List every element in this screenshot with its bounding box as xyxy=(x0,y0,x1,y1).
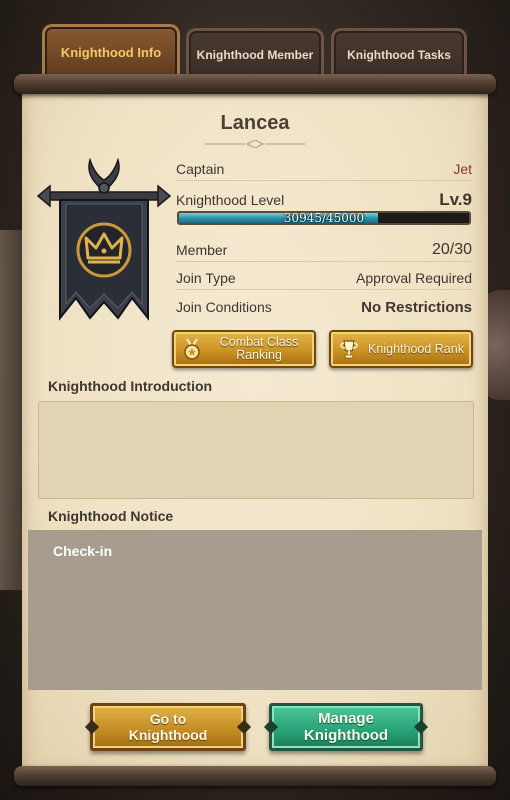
level-label: Knighthood Level xyxy=(176,192,285,208)
member-row: Member 20/30 xyxy=(176,238,472,262)
tab-label: Knighthood Tasks xyxy=(347,47,451,62)
title-ornament xyxy=(205,140,305,148)
tab-label: Knighthood Member xyxy=(196,47,314,62)
knighthood-rank-button[interactable]: Knighthood Rank xyxy=(329,330,473,368)
manage-knighthood-label: Manage Knighthood xyxy=(303,710,389,744)
level-row: Knighthood Level Lv.9 xyxy=(176,188,472,212)
level-progress-text: 30945/45000 xyxy=(283,211,365,225)
go-to-knighthood-button[interactable]: Go to Knighthood xyxy=(84,703,252,751)
notice-text: Check-in xyxy=(53,543,113,559)
notice-title: Knighthood Notice xyxy=(48,508,174,524)
captain-row: Captain Jet xyxy=(176,157,472,181)
member-label: Member xyxy=(176,241,228,258)
join-type-row: Join Type Approval Required xyxy=(176,266,472,290)
knighthood-rank-label: Knighthood Rank xyxy=(368,341,464,356)
tab-knighthood-tasks[interactable]: Knighthood Tasks xyxy=(331,28,467,78)
member-count: 20/30 xyxy=(431,240,472,258)
scroll-rod-bottom xyxy=(14,766,496,786)
combat-class-ranking-label: Combat Class Ranking xyxy=(219,335,299,362)
combat-class-ranking-button[interactable]: Combat Class Ranking xyxy=(172,330,316,368)
knighthood-name: Lancea xyxy=(220,112,290,134)
join-type-label: Join Type xyxy=(176,269,236,286)
go-to-knighthood-label: Go to Knighthood xyxy=(128,711,208,743)
level-value: Lv.9 xyxy=(439,190,472,209)
tab-label: Knighthood Info xyxy=(60,45,162,60)
tab-knighthood-info[interactable]: Knighthood Info xyxy=(42,24,180,78)
captain-name[interactable]: Jet xyxy=(453,161,472,177)
crown-banner-icon xyxy=(36,157,172,321)
join-conditions-row: Join Conditions No Restrictions xyxy=(176,295,472,319)
manage-knighthood-button[interactable]: Manage Knighthood xyxy=(263,703,429,751)
introduction-title: Knighthood Introduction xyxy=(48,378,213,394)
level-progress-bar: 30945/45000 xyxy=(177,211,471,225)
trophy-icon xyxy=(340,340,358,359)
captain-label: Captain xyxy=(176,160,225,177)
join-conditions-value: No Restrictions xyxy=(361,298,472,316)
join-type-value: Approval Required xyxy=(356,269,472,286)
medal-icon xyxy=(184,338,200,360)
introduction-box xyxy=(38,401,474,499)
knighthood-emblem xyxy=(36,157,172,328)
tab-knighthood-member[interactable]: Knighthood Member xyxy=(186,28,324,78)
scroll-rod-top xyxy=(14,74,496,94)
join-conditions-label: Join Conditions xyxy=(176,299,272,315)
